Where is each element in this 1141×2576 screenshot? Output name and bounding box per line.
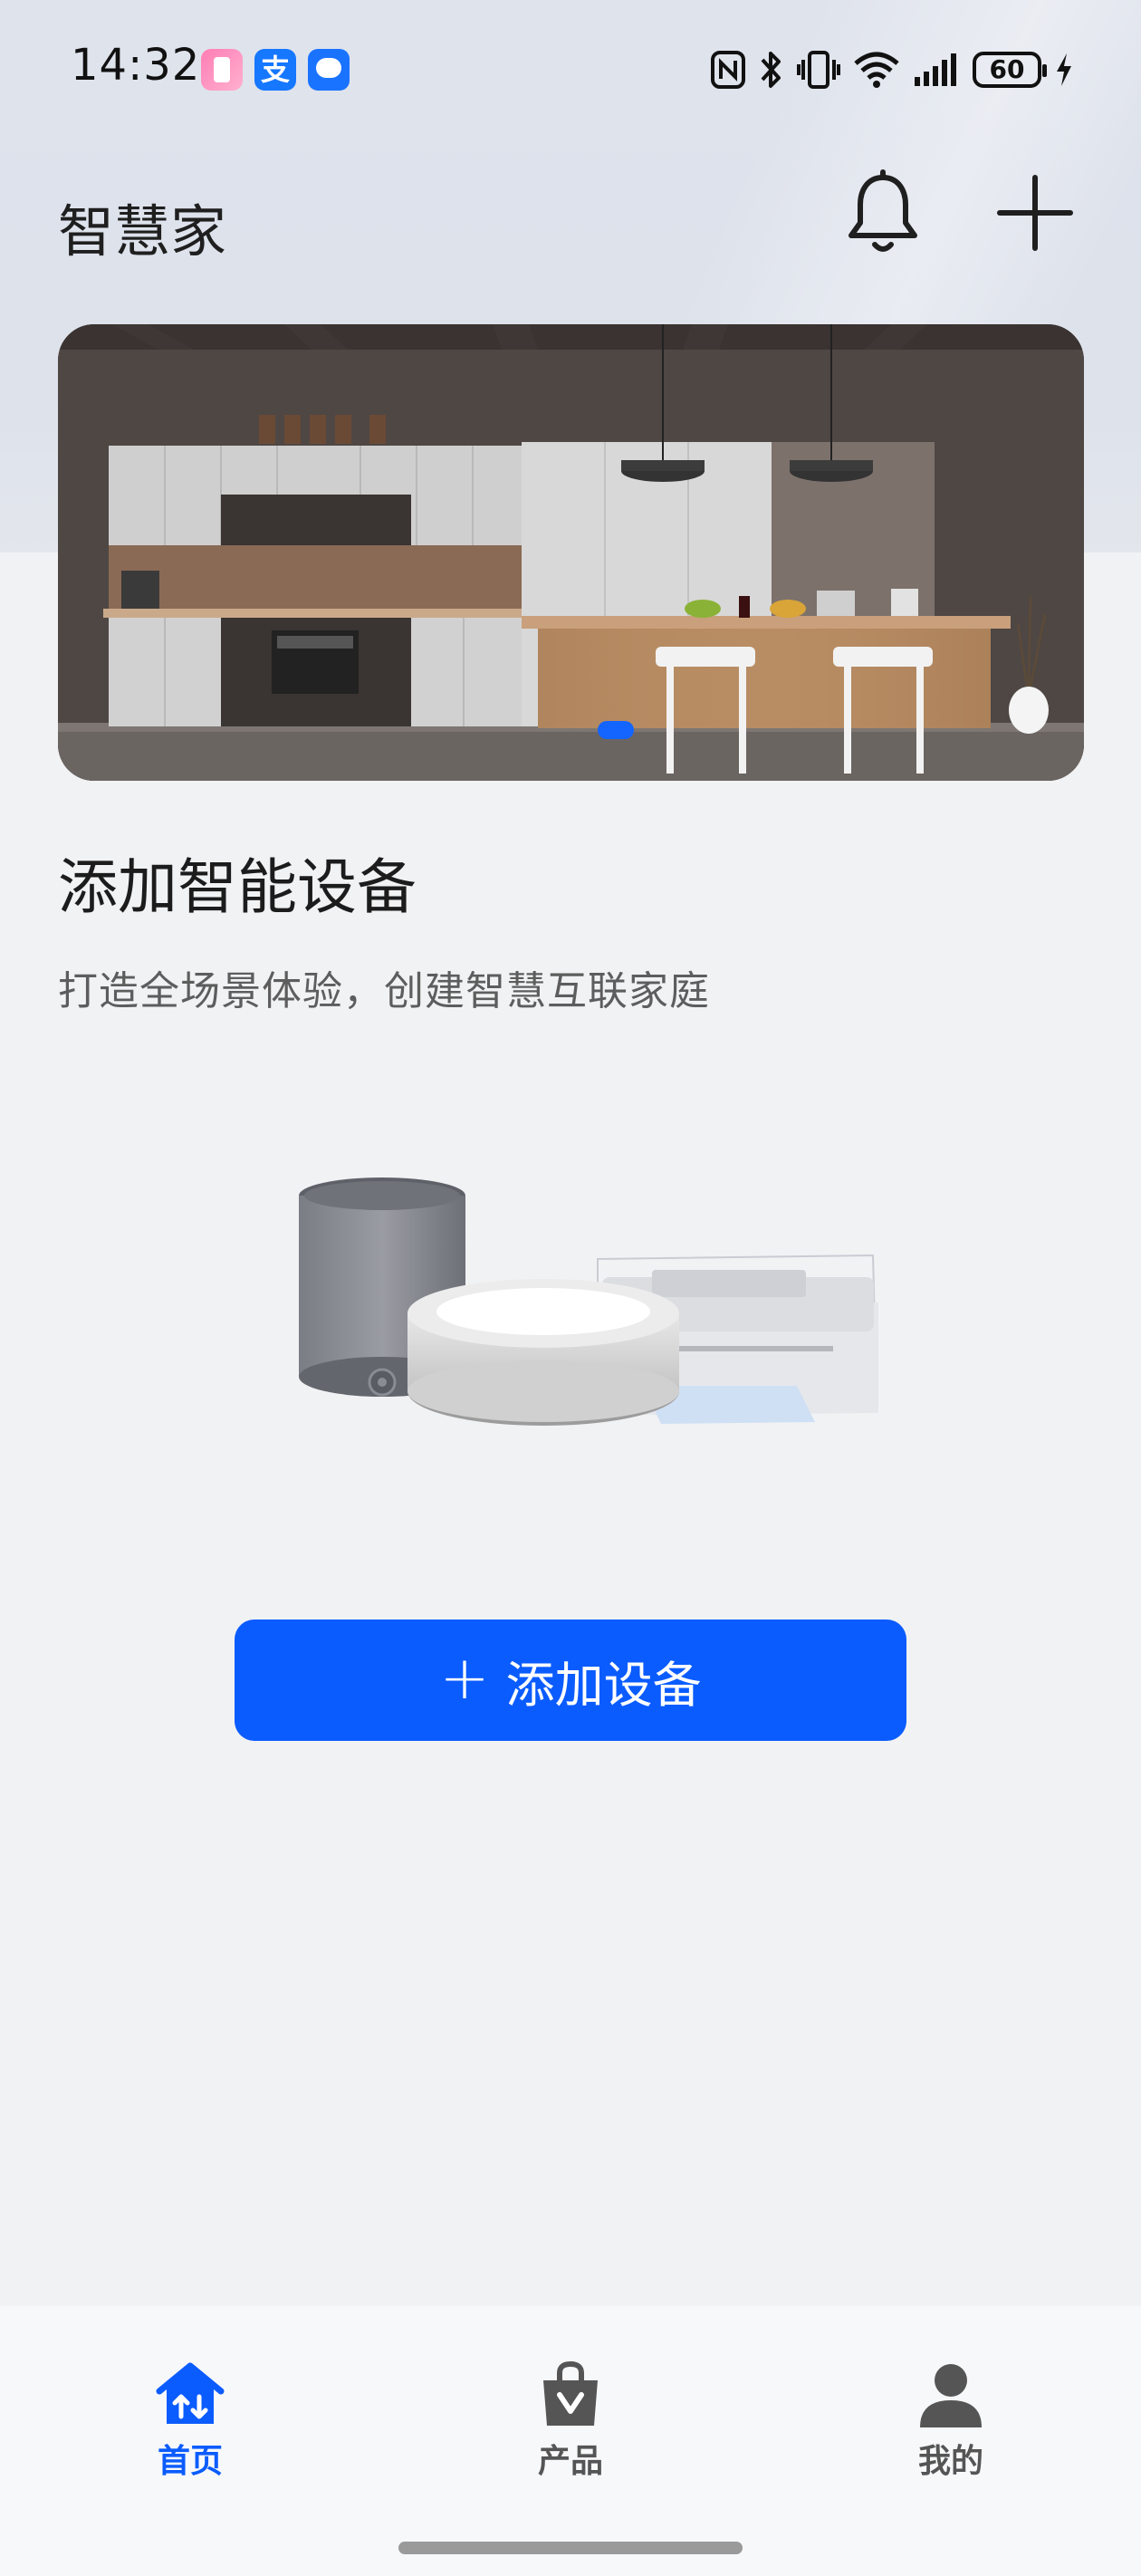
app-notification-icon [201,49,243,91]
empty-state-subtitle: 打造全场景体验，创建智慧互联家庭 [58,968,710,1014]
notifications-button[interactable] [842,168,924,259]
devices-illustration [299,1177,878,1426]
person-icon [920,2364,982,2427]
add-device-label: 添加设备 [505,1656,702,1714]
add-button-top[interactable] [994,172,1076,254]
shopping-bag-icon [543,2360,598,2426]
bluetooth-icon [761,52,781,88]
page-title: 智慧家 [58,198,227,264]
nfc-icon [711,51,745,89]
add-device-button[interactable]: + 添加设备 [235,1620,906,1741]
battery-indicator: 60 [973,52,1047,88]
kitchen-scene-image [58,324,1084,781]
home-indicator[interactable] [398,2542,743,2554]
banner-page-indicator [598,721,634,739]
nav-label-mine: 我的 [917,2443,983,2480]
empty-state-title: 添加智能设备 [58,852,417,922]
signal-icon [915,53,956,86]
nav-item-products[interactable]: 产品 [489,2360,652,2496]
home-icon [156,2362,225,2424]
status-time: 14:32 [71,40,201,91]
app-screen: 14:32 支 60 智慧家 添加智能设备 打造全场景体验，创建智慧互联家庭 +… [0,0,1141,2576]
nav-item-home[interactable]: 首页 [109,2360,272,2496]
robot-vacuum-illustration [408,1279,679,1426]
messages-icon [308,49,350,91]
bell-icon [849,169,917,252]
alipay-icon: 支 [254,49,296,91]
vibrate-icon [797,51,840,89]
plus-icon [997,175,1073,251]
promo-banner[interactable] [58,324,1084,781]
wifi-icon [854,52,899,88]
status-bar: 14:32 支 60 [0,0,1141,136]
nav-label-home: 首页 [157,2443,223,2480]
bottom-navigation: 首页 产品 我的 [0,2306,1141,2576]
add-plus-icon: + [439,1643,490,1713]
system-status-icons: 60 [710,47,1074,92]
charging-icon [1057,53,1071,86]
nav-label-products: 产品 [537,2443,603,2480]
nav-item-mine[interactable]: 我的 [869,2360,1032,2496]
